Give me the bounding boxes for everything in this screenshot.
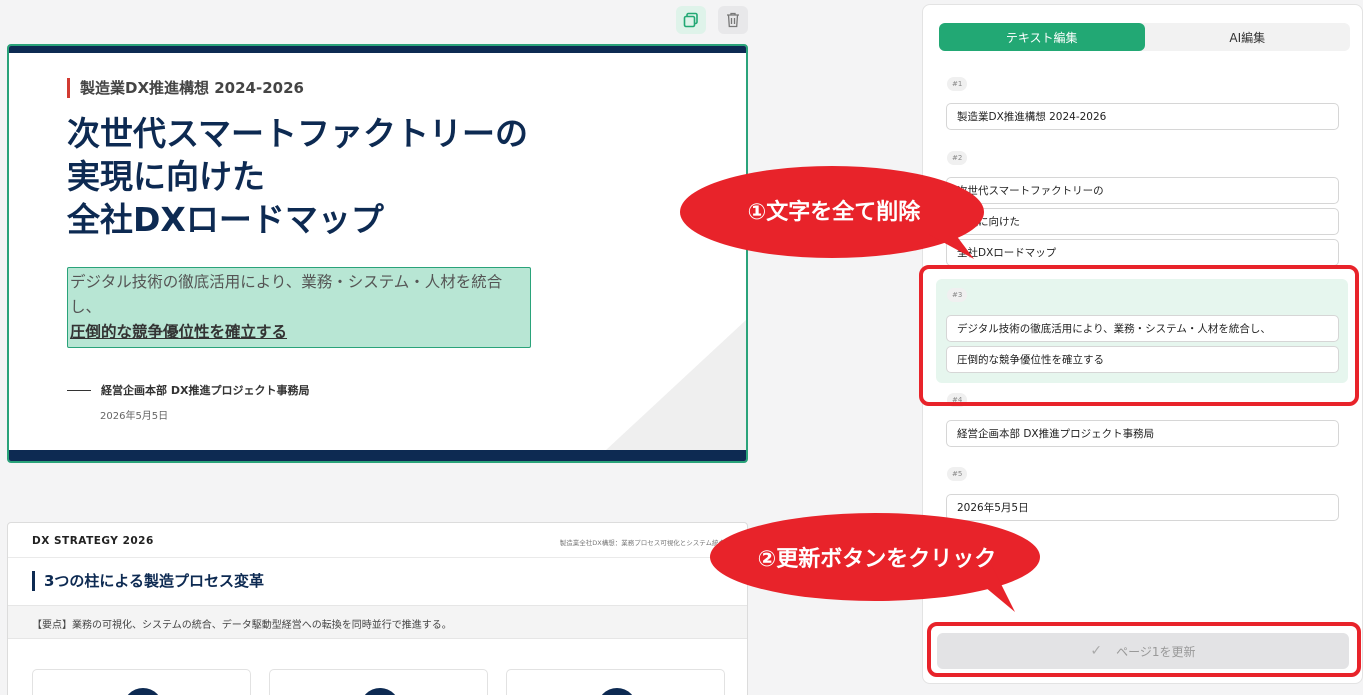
department-label: 経営企画本部 DX推進プロジェクト事務局 bbox=[101, 384, 310, 397]
slide-title-line: 次世代スマートファクトリーの bbox=[67, 114, 529, 153]
slide-summary-note: 【要点】業務の可視化、システムの統合、データ駆動型経営への転換を同時並行で推進す… bbox=[8, 605, 747, 639]
dash-line bbox=[67, 389, 91, 391]
slide-bottom-bar bbox=[9, 450, 746, 461]
section-badge: #5 bbox=[947, 467, 968, 481]
slide-date[interactable]: 2026年5月5日 bbox=[100, 407, 168, 422]
slide-2-preview[interactable]: DX STRATEGY 2026 製造業全社DX構想：業務プロセス可視化とシステ… bbox=[7, 522, 748, 695]
pillar-card bbox=[506, 669, 725, 695]
slide-title: 3つの柱による製造プロセス変革 bbox=[32, 571, 264, 591]
slide-title[interactable]: 次世代スマートファクトリーの 実現に向けた 全社DXロードマップ bbox=[67, 112, 528, 241]
section-badge: #1 bbox=[947, 77, 968, 91]
copy-slide-button[interactable] bbox=[676, 6, 706, 34]
text-field[interactable]: 経営企画本部 DX推進プロジェクト事務局 bbox=[946, 420, 1339, 447]
tab-text-edit[interactable]: テキスト編集 bbox=[939, 23, 1145, 51]
slide-department[interactable]: 経営企画本部 DX推進プロジェクト事務局 bbox=[67, 382, 309, 398]
slide-kicker[interactable]: 製造業DX推進構想 2024-2026 bbox=[67, 78, 304, 98]
subtitle-line: し、 bbox=[70, 298, 102, 316]
slide-subtitle-selected[interactable]: デジタル技術の徹底活用により、業務・システム・人材を統合 し、 圧倒的な競争優位… bbox=[67, 267, 531, 348]
text-field[interactable]: 製造業DX推進構想 2024-2026 bbox=[946, 103, 1339, 130]
edit-mode-tabs: テキスト編集 AI編集 bbox=[939, 23, 1350, 51]
pillar-icon bbox=[123, 688, 163, 695]
slide-corner-decoration bbox=[606, 320, 746, 450]
callout-text-1: ①文字を全て削除 bbox=[747, 200, 921, 225]
slide-1-preview[interactable]: 製造業DX推進構想 2024-2026 次世代スマートファクトリーの 実現に向け… bbox=[7, 44, 748, 463]
pillar-card bbox=[269, 669, 488, 695]
slide-brand: DX STRATEGY 2026 bbox=[32, 535, 154, 547]
annotation-button-box bbox=[927, 622, 1361, 677]
slide-breadcrumb: 製造業全社DX構想：業務プロセス可視化とシステム統合 bbox=[559, 539, 725, 547]
copy-icon bbox=[683, 12, 698, 28]
tab-ai-edit[interactable]: AI編集 bbox=[1145, 23, 1351, 51]
trash-icon bbox=[727, 12, 739, 28]
pillar-card bbox=[32, 669, 251, 695]
section-badge: #2 bbox=[947, 151, 968, 165]
divider bbox=[8, 557, 747, 558]
slide-title-line: 全社DXロードマップ bbox=[67, 200, 384, 239]
subtitle-line: デジタル技術の徹底活用により、業務・システム・人材を統合 bbox=[70, 273, 503, 291]
delete-slide-button[interactable] bbox=[718, 6, 748, 34]
pillar-icon bbox=[360, 688, 400, 695]
slide-title-line: 実現に向けた bbox=[67, 157, 265, 196]
callout-text-2: ②更新ボタンをクリック bbox=[757, 547, 997, 572]
slide-top-bar bbox=[9, 46, 746, 53]
annotation-highlight-box bbox=[919, 265, 1359, 406]
pillar-icon bbox=[597, 688, 637, 695]
subtitle-emphasis: 圧倒的な競争優位性を確立する bbox=[70, 323, 288, 341]
